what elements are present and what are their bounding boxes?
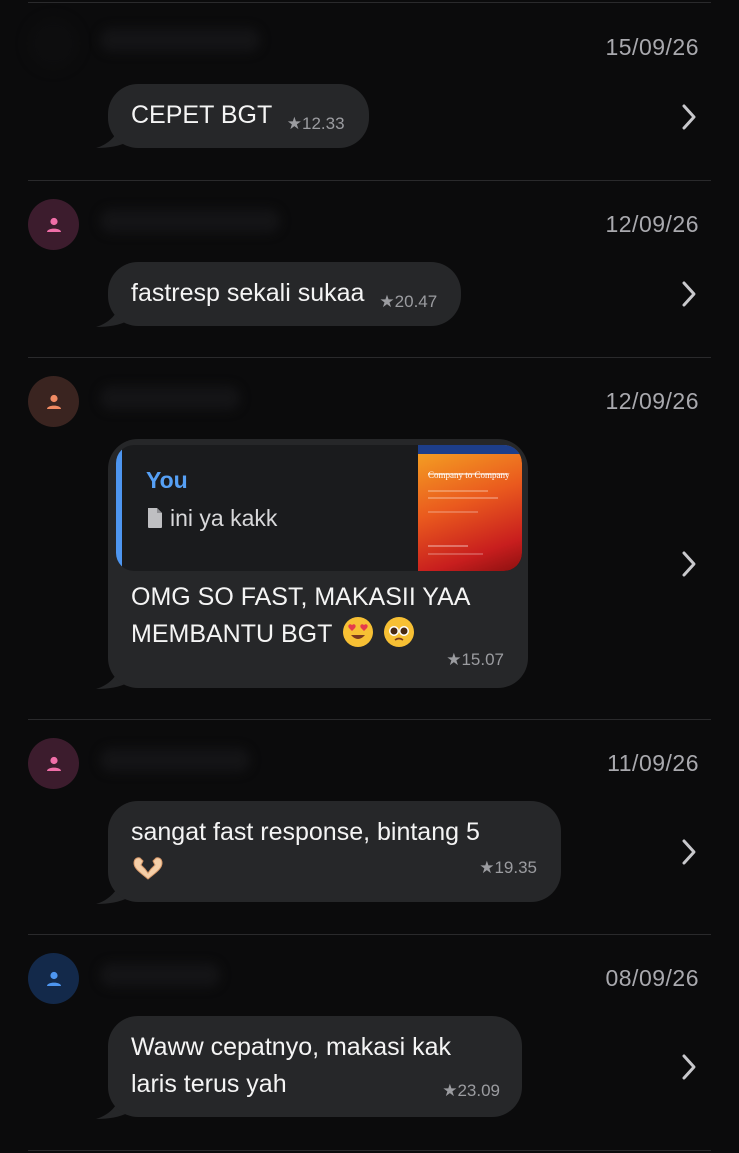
review-item[interactable]: 15/09/26 CEPET BGT ★12.33 <box>0 0 739 181</box>
review-text: Waww cepatnyo, makasi kak laris terus ya… <box>131 1033 452 1098</box>
quote-author: You <box>146 467 188 493</box>
review-item[interactable]: 12/09/26 fastresp sekali sukaa ★20.47 <box>0 181 739 358</box>
blurred-reviewer-name <box>100 28 260 52</box>
chevron-right-icon[interactable] <box>679 838 699 866</box>
blurred-reviewer-name <box>100 209 280 233</box>
review-text: OMG SO FAST, MAKASII YAA MEMBANTU BGT <box>131 583 470 648</box>
review-text-wrap: sangat fast response, bintang 5 <box>131 814 537 851</box>
review-time: ★20.47 <box>379 292 438 311</box>
review-text: CEPET BGT <box>131 101 272 129</box>
blurred-reviewer-name <box>100 748 250 772</box>
review-time: ★23.09 <box>442 1081 500 1100</box>
document-icon <box>148 508 162 528</box>
review-text-wrap: OMG SO FAST, MAKASII YAA MEMBANTU BGT <box>131 579 511 653</box>
review-date: 12/09/26 <box>605 388 699 414</box>
avatar <box>28 376 79 427</box>
chevron-right-icon[interactable] <box>679 550 699 578</box>
divider <box>28 1150 711 1151</box>
review-date: 11/09/26 <box>607 750 699 776</box>
review-item[interactable]: 12/09/26 You ini ya kakk Company to Comp… <box>0 358 739 720</box>
chevron-right-icon[interactable] <box>679 1053 699 1081</box>
review-bubble: sangat fast response, bintang 5 ★19.35 <box>108 801 561 902</box>
pleading-face-emoji <box>383 617 414 647</box>
review-bubble: You ini ya kakk Company to Company OMG S… <box>108 439 528 688</box>
document-thumbnail: Company to Company <box>418 445 522 571</box>
avatar <box>28 18 79 69</box>
heart-hands-emoji <box>133 856 163 880</box>
review-time: ★12.33 <box>286 114 345 133</box>
person-icon <box>46 217 61 232</box>
review-date: 08/09/26 <box>605 965 699 991</box>
blurred-reviewer-name <box>100 963 220 987</box>
thumbnail-title: Company to Company <box>428 470 510 480</box>
review-text: sangat fast response, bintang 5 <box>131 818 480 846</box>
review-bubble: CEPET BGT ★12.33 <box>108 84 369 148</box>
review-date: 15/09/26 <box>605 34 699 60</box>
blurred-reviewer-name <box>100 386 240 410</box>
quote-body: You ini ya kakk <box>122 445 418 571</box>
emoji-row: ★19.35 <box>131 849 537 886</box>
review-item[interactable]: 11/09/26 sangat fast response, bintang 5… <box>0 720 739 935</box>
heart-eyes-emoji <box>342 617 373 647</box>
review-item[interactable]: 08/09/26 Waww cepatnyo, makasi kak laris… <box>0 935 739 1151</box>
chevron-right-icon[interactable] <box>679 280 699 308</box>
avatar <box>28 738 79 789</box>
quote-text: ini ya kakk <box>170 505 278 531</box>
review-time: ★19.35 <box>479 858 537 877</box>
quote-line: ini ya kakk <box>146 503 418 533</box>
quoted-message[interactable]: You ini ya kakk Company to Company <box>116 445 522 571</box>
review-bubble: Waww cepatnyo, makasi kak laris terus ya… <box>108 1016 522 1117</box>
avatar <box>28 953 79 1004</box>
review-date: 12/09/26 <box>605 211 699 237</box>
avatar <box>28 199 79 250</box>
person-icon <box>46 756 61 771</box>
person-icon <box>46 394 61 409</box>
person-icon <box>46 971 61 986</box>
chevron-right-icon[interactable] <box>679 103 699 131</box>
review-bubble: fastresp sekali sukaa ★20.47 <box>108 262 462 326</box>
review-text: fastresp sekali sukaa <box>131 279 365 307</box>
